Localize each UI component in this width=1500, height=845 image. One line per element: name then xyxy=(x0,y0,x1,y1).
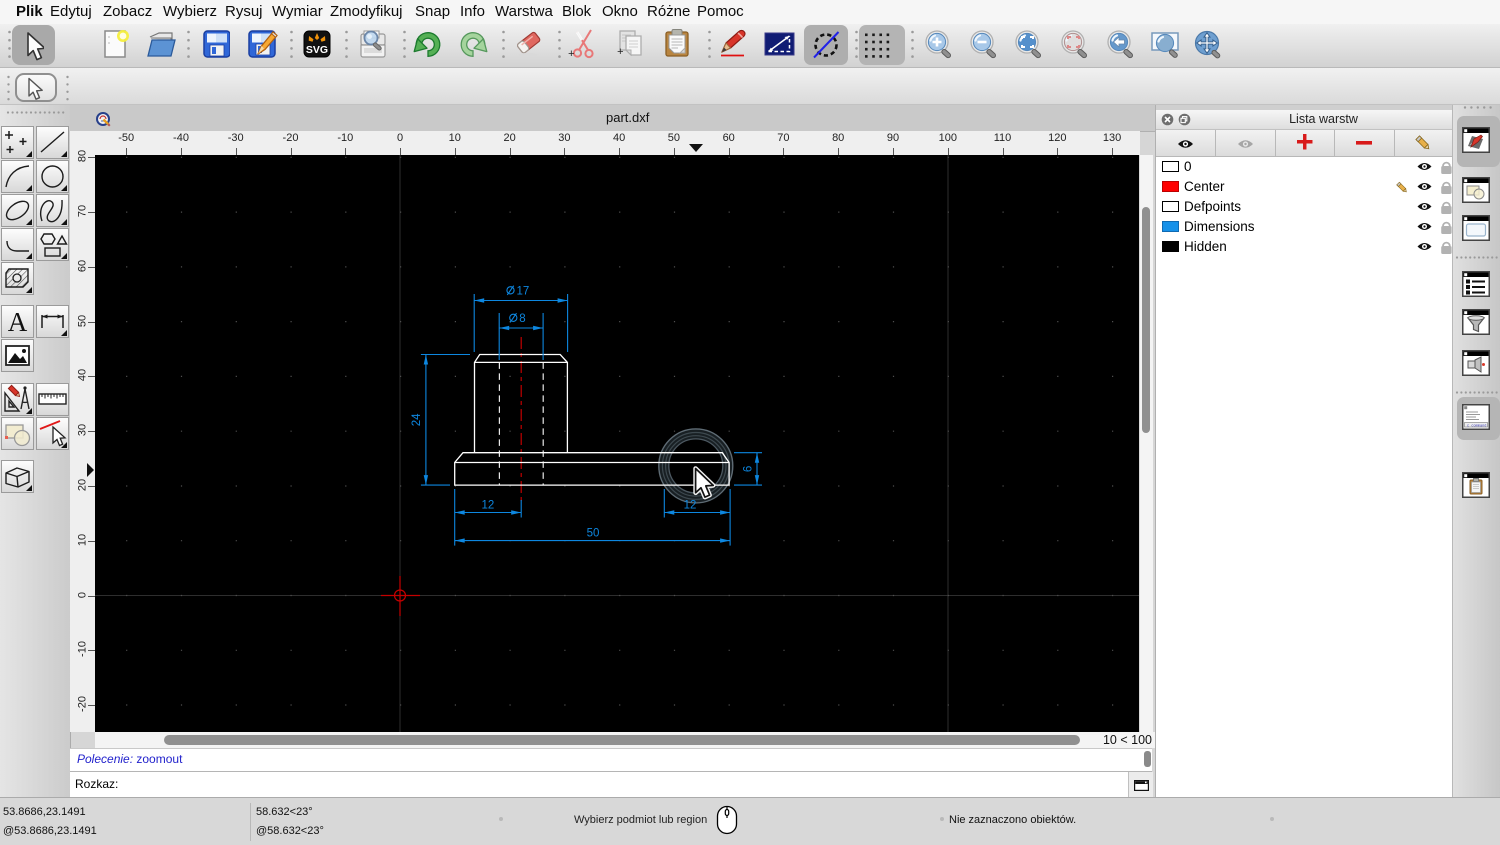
svg-text:+: + xyxy=(617,47,624,59)
svg-text:24: 24 xyxy=(411,413,423,426)
svg-text:SVG: SVG xyxy=(306,44,328,56)
svg-text:A: A xyxy=(8,307,28,337)
svg-text:8: 8 xyxy=(519,313,525,325)
svg-text:17: 17 xyxy=(517,286,530,298)
svg-text:c command: c command xyxy=(1467,423,1486,428)
svg-text:12: 12 xyxy=(684,500,697,512)
svg-text:50: 50 xyxy=(587,528,600,540)
svg-text:12: 12 xyxy=(482,500,495,512)
svg-text:+: + xyxy=(568,49,575,59)
svg-text:6: 6 xyxy=(742,466,754,472)
